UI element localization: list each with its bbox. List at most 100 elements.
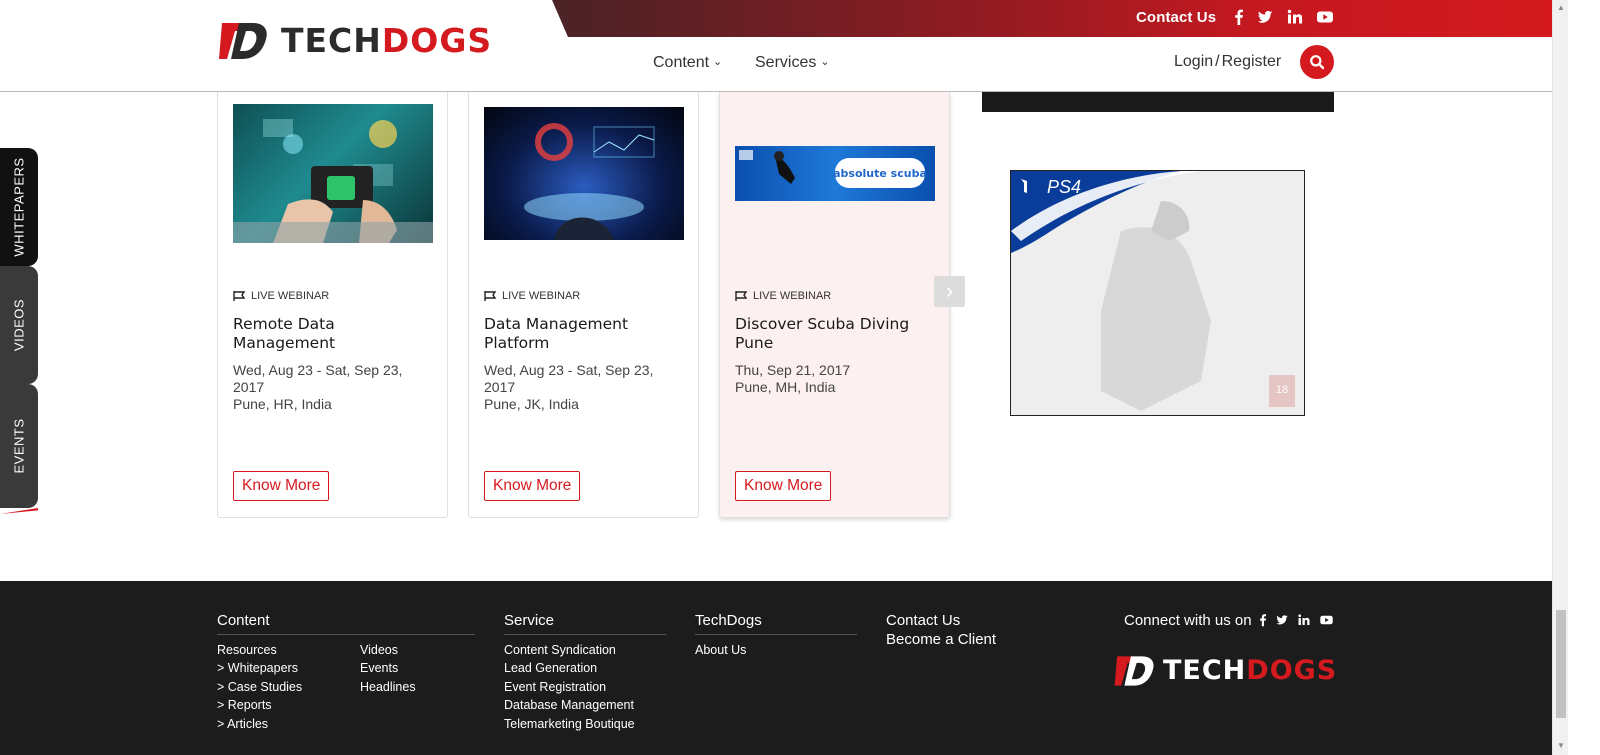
twitter-icon[interactable] (1256, 8, 1274, 26)
scrollbar-thumb[interactable] (1556, 610, 1566, 718)
banner-logo-text: absolute scuba (833, 167, 927, 180)
logo-word-tech: TECH (281, 21, 382, 60)
event-type-tag: LIVE WEBINAR (484, 290, 580, 302)
nav-services-label: Services (755, 54, 817, 71)
td-logo-mark (217, 21, 271, 61)
td-logo-mark (1113, 653, 1157, 689)
know-more-button[interactable]: Know More (484, 471, 581, 501)
footer-link-resources[interactable]: Resources (217, 643, 277, 657)
chevron-down-icon: ⌄ (713, 56, 723, 68)
footer-link-case-studies[interactable]: > Case Studies (217, 680, 302, 694)
facebook-icon[interactable] (1256, 613, 1270, 627)
side-tab-events[interactable]: EVENTS (0, 384, 38, 514)
ad-banner-top[interactable] (982, 92, 1334, 112)
event-type-label: LIVE WEBINAR (502, 290, 581, 302)
know-more-button[interactable]: Know More (735, 471, 832, 501)
flag-icon (484, 291, 497, 301)
footer-link-articles[interactable]: > Articles (217, 717, 268, 731)
logo-word-dogs: DOGS (1246, 655, 1338, 686)
footer-techdogs-logo[interactable]: TECHDOGS (1113, 651, 1337, 691)
chevron-right-icon: › (945, 278, 954, 303)
nav-content-label: Content (653, 54, 710, 71)
side-tab-label: EVENTS (11, 418, 27, 474)
nav-services[interactable]: Services ⌄ (755, 54, 830, 72)
side-tab-whitepapers[interactable]: WHITEPAPERS (0, 148, 38, 266)
search-icon (1310, 55, 1325, 70)
footer-link-about-us[interactable]: About Us (695, 643, 746, 657)
footer-heading-content: Content (217, 612, 270, 629)
footer-divider (695, 634, 857, 635)
event-location: Pune, HR, India (233, 396, 332, 412)
scroll-up-arrow-icon[interactable]: ▲ (1557, 4, 1565, 12)
footer-link-videos[interactable]: Videos (360, 643, 398, 657)
carousel-next-button[interactable]: › (934, 276, 965, 307)
event-location: Pune, MH, India (735, 379, 836, 395)
footer-divider (217, 634, 475, 635)
footer-link-whitepapers[interactable]: > Whitepapers (217, 661, 298, 675)
event-meta: Wed, Aug 23 - Sat, Sep 23, 2017 Pune, JK… (484, 362, 684, 413)
facebook-icon[interactable] (1230, 8, 1248, 26)
event-title[interactable]: Discover Scuba Diving Pune (735, 315, 940, 353)
flag-icon (233, 291, 246, 301)
event-meta: Wed, Aug 23 - Sat, Sep 23, 2017 Pune, HR… (233, 362, 433, 413)
side-tab-videos[interactable]: VIDEOS (0, 266, 38, 384)
footer-divider (504, 634, 666, 635)
login-link[interactable]: Login (1174, 53, 1213, 70)
linkedin-icon[interactable] (1286, 8, 1304, 26)
footer-link-reports[interactable]: > Reports (217, 698, 272, 712)
youtube-icon[interactable] (1319, 613, 1333, 627)
event-title[interactable]: Data Management Platform (484, 315, 689, 353)
linkedin-icon[interactable] (1297, 613, 1311, 627)
contact-us-link[interactable]: Contact Us (1136, 9, 1216, 26)
ad-ps4[interactable]: 18 PS4 (1010, 170, 1305, 416)
twitter-icon[interactable] (1275, 613, 1289, 627)
footer-link-database-management[interactable]: Database Management (504, 698, 634, 712)
event-dates: Wed, Aug 23 - Sat, Sep 23, 2017 (233, 362, 403, 395)
footer-heading-service: Service (504, 612, 555, 629)
event-title[interactable]: Remote Data Management (233, 315, 438, 353)
chevron-down-icon: ⌄ (820, 56, 830, 68)
event-type-label: LIVE WEBINAR (753, 290, 832, 302)
top-bar: Contact Us (552, 0, 1552, 37)
footer-link-become-client[interactable]: Become a Client (886, 631, 996, 648)
login-separator: / (1215, 53, 1220, 70)
footer-heading-techdogs: TechDogs (695, 612, 762, 629)
footer-link-event-registration[interactable]: Event Registration (504, 680, 606, 694)
event-type-tag: LIVE WEBINAR (233, 290, 329, 302)
event-dates: Wed, Aug 23 - Sat, Sep 23, 2017 (484, 362, 654, 395)
event-card[interactable]: absolute scuba LIVE WEBINAR Discover Scu… (719, 92, 950, 518)
ps4-logo-text: PS4 (1047, 177, 1081, 197)
event-dates: Thu, Sep 21, 2017 (735, 362, 851, 378)
age-rating-text: 18 (1276, 384, 1288, 396)
register-link[interactable]: Register (1222, 53, 1282, 70)
techdogs-logo[interactable]: TECHDOGS (217, 21, 492, 61)
page-scrollbar[interactable]: ▲ ▼ (1552, 0, 1568, 755)
know-more-button[interactable]: Know More (233, 471, 330, 501)
youtube-icon[interactable] (1316, 8, 1334, 26)
footer-link-lead-generation[interactable]: Lead Generation (504, 661, 597, 675)
event-type-label: LIVE WEBINAR (251, 290, 330, 302)
footer-link-headlines[interactable]: Headlines (360, 680, 416, 694)
login-register: Login / Register (1174, 53, 1281, 71)
footer-link-contact-us[interactable]: Contact Us (886, 612, 960, 629)
footer-link-events[interactable]: Events (360, 661, 398, 675)
footer-connect-label: Connect with us on (1124, 612, 1252, 629)
side-tab-label: WHITEPAPERS (11, 157, 27, 257)
logo-word-dogs: DOGS (381, 21, 493, 60)
event-card[interactable]: LIVE WEBINAR Data Management Platform We… (468, 92, 699, 518)
footer-link-content-syndication[interactable]: Content Syndication (504, 643, 616, 657)
scroll-down-arrow-icon[interactable]: ▼ (1557, 742, 1565, 750)
logo-wordmark: TECHDOGS (281, 21, 492, 61)
nav-content[interactable]: Content ⌄ (653, 54, 722, 72)
event-meta: Thu, Sep 21, 2017 Pune, MH, India (735, 362, 935, 396)
event-thumbnail: absolute scuba (735, 146, 935, 201)
event-card[interactable]: LIVE WEBINAR Remote Data Management Wed,… (217, 92, 448, 518)
event-location: Pune, JK, India (484, 396, 579, 412)
side-tab-accent (0, 508, 38, 514)
site-header: Contact Us TECHDOGS Content⌄ Services⌄ (0, 0, 1552, 92)
footer-link-telemarketing[interactable]: Telemarketing Boutique (504, 717, 635, 731)
event-type-tag: LIVE WEBINAR (735, 290, 831, 302)
logo-wordmark: TECHDOGS (1163, 651, 1337, 691)
logo-word-tech: TECH (1163, 655, 1247, 686)
search-button[interactable] (1300, 45, 1334, 79)
